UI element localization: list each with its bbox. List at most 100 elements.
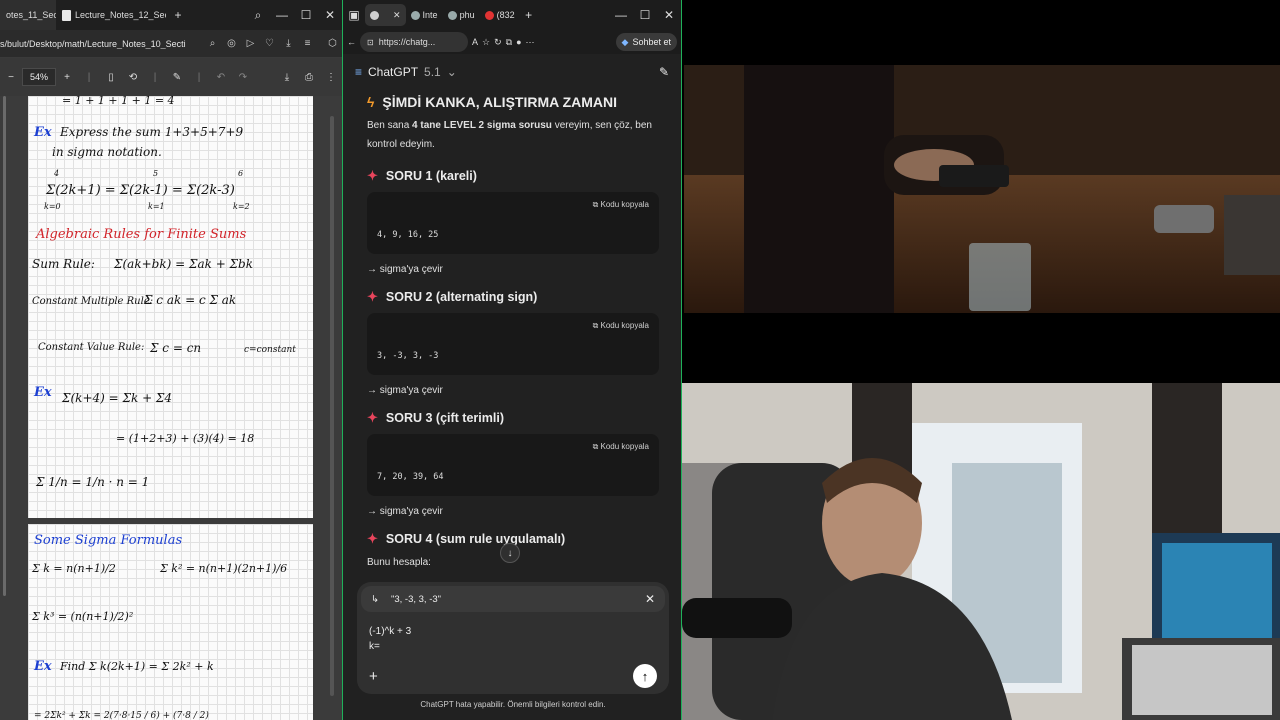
chevron-down-icon[interactable]: ⌄ [447, 65, 457, 79]
more-icon[interactable]: ⋯ [526, 37, 535, 48]
attach-plus-button[interactable]: + [369, 668, 378, 685]
note-formula: Σ k² = n(n+1)(2n+1)/6 [159, 562, 287, 575]
extensions-icon[interactable]: ⧉ [506, 37, 512, 48]
maximize-button[interactable]: ☐ [633, 0, 657, 30]
pdf-tab-label: Lecture_Notes_12_Section [75, 10, 166, 20]
message-input[interactable]: (-1)^k + 3 k= [369, 624, 411, 654]
tab-label: (832 [496, 10, 515, 20]
pdf-document-area[interactable]: = 1 + 1 + 1 + 1 = 4 Ex Express the sum 1… [0, 96, 342, 720]
close-button[interactable]: ✕ [657, 0, 681, 30]
pdf-tab[interactable]: otes_11_Section [0, 0, 56, 30]
note-formula: Σ c ak = c Σ ak [143, 293, 236, 307]
sidebar-toggle-icon[interactable]: ≡ [355, 65, 362, 79]
question-title: ✦ SORU 1 (kareli) [367, 168, 659, 184]
sum-limit: k=1 [148, 202, 165, 211]
refresh-icon[interactable]: ↻ [494, 37, 502, 48]
read-aloud-icon[interactable]: A [472, 37, 478, 47]
example-label: Ex [33, 659, 52, 674]
extension-icon[interactable]: ⬡ [323, 38, 342, 49]
draw-icon[interactable]: ✎ [166, 72, 188, 83]
sum-limit: 4 [53, 169, 59, 178]
pdf-viewer-window: otes_11_Section Lecture_Notes_12_Section… [0, 0, 342, 720]
question-label: SORU 4 (sum rule uygulamalı) [385, 532, 566, 546]
model-version[interactable]: 5.1 [424, 65, 441, 79]
copy-code-button[interactable]: ⧉ Kodu kopyala [593, 200, 649, 210]
browser-tab-bar: ▣ ✕ Inte phu (832 + — ☐ ✕ [343, 0, 681, 30]
search-icon[interactable]: ⌕ [203, 38, 222, 49]
note-formula: Σ(ak+bk) = Σak + Σbk [113, 257, 253, 271]
pdf-toolbar: − 54% + | ▯ ⟲ | ✎ | ↶ ↷ ⤓ ⎙ ⋮ [0, 58, 342, 96]
maximize-button[interactable]: ☐ [294, 0, 318, 30]
new-tab-button[interactable]: + [520, 0, 538, 30]
handwritten-notes: Some Sigma Formulas Σ k = n(n+1)/2 Σ k² … [31, 533, 287, 720]
message-composer[interactable]: ↳ "3, -3, 3, -3" ✕ (-1)^k + 3 k= + ↑ [357, 582, 669, 694]
browser-tab[interactable]: (832 [480, 4, 520, 26]
tab-label: Inte [422, 10, 438, 20]
browser-tab-active[interactable]: ✕ [365, 4, 406, 26]
file-path[interactable]: s/bulut/Desktop/math/Lecture_Notes_10_Se… [0, 39, 203, 49]
minimize-button[interactable]: — [609, 0, 633, 30]
scrollbar[interactable] [3, 96, 6, 596]
menu-icon[interactable]: ≡ [298, 38, 317, 49]
undo-icon[interactable]: ↶ [210, 72, 232, 83]
close-quote-button[interactable]: ✕ [645, 592, 655, 606]
favorite-star-icon[interactable]: ☆ [482, 37, 490, 48]
note-formula: Σ(2k+1) = Σ(2k-1) = Σ(2k-3) [45, 183, 235, 198]
url-text: https://chatg... [378, 37, 436, 47]
note-text: Constant Value Rule: [38, 342, 144, 353]
profile-avatar[interactable]: ● [516, 37, 521, 47]
play-icon[interactable]: ▷ [241, 38, 260, 49]
zoom-in-button[interactable]: + [56, 72, 78, 83]
back-arrow-icon[interactable]: ← [347, 37, 356, 47]
tab-actions-icon[interactable]: ▣ [343, 0, 365, 30]
heart-icon[interactable]: ♡ [260, 38, 279, 49]
new-tab-button[interactable]: + [166, 0, 190, 30]
fit-page-icon[interactable]: ▯ [100, 72, 122, 83]
code-text: 3, -3, 3, -3 [377, 351, 439, 361]
camera-icon[interactable]: ◎ [222, 38, 241, 49]
note-text: c=constant [244, 345, 296, 355]
close-tab-icon[interactable]: ✕ [393, 10, 401, 21]
note-formula: Σ k = n(n+1)/2 [31, 562, 116, 575]
zoom-out-button[interactable]: − [0, 72, 22, 83]
code-block: ⧉ Kodu kopyala 4, 9, 16, 25 [367, 192, 659, 254]
reply-arrow-icon: ↳ [371, 593, 379, 605]
question-label: SORU 3 (çift terimli) [385, 411, 504, 425]
print-icon[interactable]: ⎙ [298, 72, 320, 83]
pdf-page: = 1 + 1 + 1 + 1 = 4 Ex Express the sum 1… [28, 96, 313, 518]
copilot-chat-button[interactable]: ◆ Sohbet et [615, 33, 677, 51]
download-icon[interactable]: ⤓ [279, 38, 298, 49]
minimize-button[interactable]: — [270, 0, 294, 30]
scrollbar[interactable] [330, 116, 334, 696]
browser-window: ▣ ✕ Inte phu (832 + — ☐ ✕ ← ⊡ https://ch… [342, 0, 682, 720]
more-icon[interactable]: ⋮ [320, 72, 342, 83]
browser-tab[interactable]: phu [443, 4, 480, 26]
sum-limit: 5 [153, 169, 158, 178]
model-name[interactable]: ChatGPT [368, 65, 418, 79]
url-field[interactable]: ⊡ https://chatg... [360, 32, 468, 52]
note-text: in sigma notation. [52, 145, 162, 159]
search-icon[interactable]: ⌕ [246, 0, 270, 30]
example-label: Ex [33, 125, 52, 140]
copy-code-button[interactable]: ⧉ Kodu kopyala [593, 321, 649, 331]
note-text: Express the sum 1+3+5+7+9 [59, 125, 243, 139]
video-player[interactable] [682, 0, 1280, 382]
copy-code-button[interactable]: ⧉ Kodu kopyala [593, 442, 649, 452]
rotate-icon[interactable]: ⟲ [122, 72, 144, 83]
scroll-down-button[interactable]: ↓ [500, 543, 520, 563]
pdf-page: Some Sigma Formulas Σ k = n(n+1)/2 Σ k² … [28, 524, 313, 720]
pdf-tab[interactable]: Lecture_Notes_12_Section [56, 0, 166, 30]
browser-tab[interactable]: Inte [406, 4, 443, 26]
document-icon [62, 9, 71, 21]
lightning-icon: ϟ [367, 94, 375, 110]
redo-icon[interactable]: ↷ [232, 72, 254, 83]
heading-text: ŞİMDİ KANKA, ALIŞTIRMA ZAMANI [382, 94, 618, 110]
send-button[interactable]: ↑ [633, 664, 657, 688]
zoom-level[interactable]: 54% [22, 68, 56, 86]
copy-icon: ⧉ [592, 442, 601, 451]
copy-label: Kodu kopyala [600, 321, 649, 330]
copy-label: Kodu kopyala [600, 200, 649, 209]
close-button[interactable]: ✕ [318, 0, 342, 30]
new-chat-icon[interactable]: ✎ [659, 65, 669, 79]
save-icon[interactable]: ⤓ [276, 72, 298, 83]
